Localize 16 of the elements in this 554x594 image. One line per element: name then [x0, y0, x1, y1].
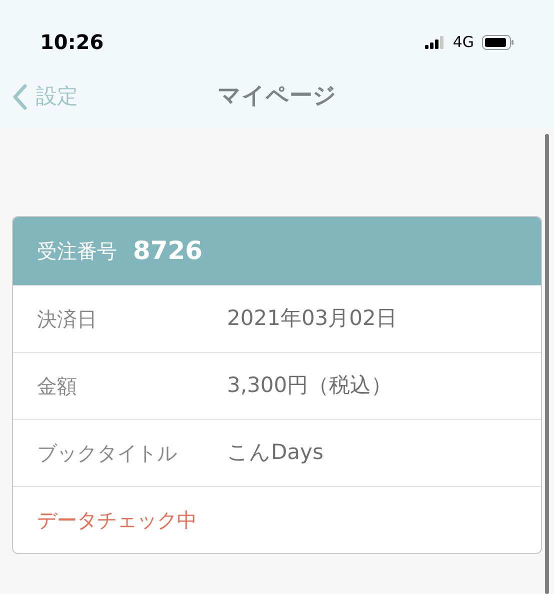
- battery-icon: [482, 34, 514, 50]
- order-number-label: 受注番号: [37, 238, 117, 265]
- page-title: マイページ: [218, 83, 336, 111]
- chevron-left-icon: [12, 83, 28, 111]
- signal-icon: [424, 36, 445, 48]
- order-number: 8726: [133, 235, 203, 268]
- field-label: 金額: [37, 373, 78, 400]
- field-value: こんDays: [227, 439, 324, 466]
- field-label: 決済日: [37, 306, 98, 333]
- network-label: 4G: [452, 32, 474, 53]
- field-value: 3,300円（税込）: [227, 372, 392, 400]
- field-value: 2021年03月02日: [227, 305, 397, 332]
- status-time: 10:26: [40, 29, 104, 56]
- back-button[interactable]: 設定: [0, 81, 78, 113]
- status-text: データチェック中: [37, 507, 197, 534]
- field-label: ブックタイトル: [37, 440, 178, 467]
